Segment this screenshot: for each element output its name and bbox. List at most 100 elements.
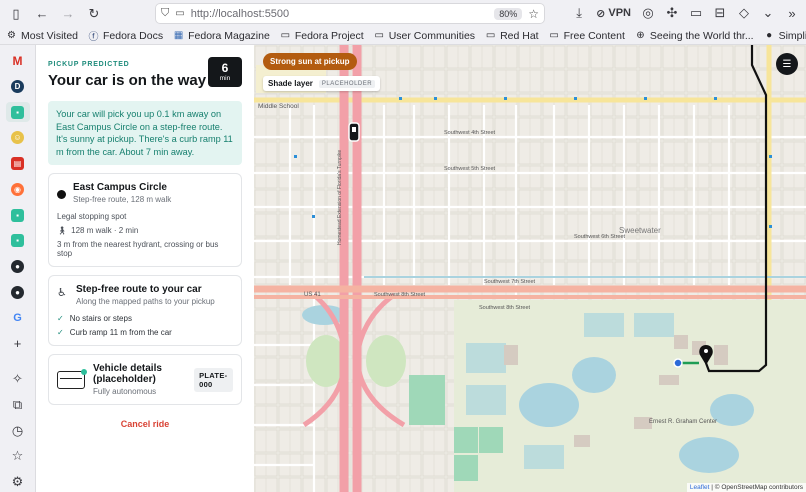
download-icon[interactable]: ⤓ [569, 3, 589, 23]
placeholder-tag: PLACEHOLDER [318, 79, 376, 88]
map-settings-button[interactable]: ☰ [776, 53, 798, 75]
status-eyebrow: PICKUP PREDICTED [48, 61, 130, 68]
label-sw6: Southwest 6th Street [574, 234, 626, 240]
bookmark-label: SimplifyJobs/Summer... [778, 29, 806, 42]
eta-unit: min [219, 74, 231, 82]
leaflet-link[interactable]: Leaflet [690, 484, 710, 491]
globe-icon: ⊕ [636, 30, 645, 41]
sidebar-toggle-icon[interactable]: ▯ [6, 4, 26, 24]
label-sw7: Southwest 7th Street [484, 279, 536, 285]
map-view[interactable]: Middle School US 41 Southwest 8th Street… [254, 45, 806, 492]
bookmarks-star-icon[interactable]: ☆ [6, 446, 30, 466]
github-icon-2[interactable]: ● [6, 282, 30, 302]
bookmark-fedora-project[interactable]: ▭ Fedora Project [280, 30, 364, 42]
bookmark-label: User Communities [388, 29, 476, 42]
hydrant-note: 3 m from the nearest hydrant, crossing o… [57, 240, 219, 258]
sliders-icon: ☰ [782, 58, 792, 70]
extensions-icon[interactable]: ✣ [662, 3, 682, 23]
fedora-icon: ⓕ [88, 32, 99, 43]
extension-sidebar: M D ▪ ☺ ▤ ◉ ▪ ▪ ● ● G + ✧ ⧉ ◷ ☆ ⚙ [0, 45, 36, 492]
eta-badge: 6 min [208, 57, 242, 87]
teal-app-icon-3[interactable]: ▪ [6, 231, 30, 251]
label-turnpike: Homestead Extension of Florida's Turnpik… [337, 150, 343, 245]
forward-icon[interactable]: → [58, 4, 78, 24]
route-card[interactable]: ♿︎ Step-free route to your car Along the… [48, 275, 242, 346]
page-title: Your car is on the way [48, 72, 207, 89]
url-bar[interactable]: ⛉ ▭ http://localhost:5500 80% ☆ [155, 3, 545, 24]
vehicle-card[interactable]: Vehicle details (placeholder) Fully auto… [48, 354, 242, 405]
teal-app-icon[interactable]: ▪ [5, 102, 30, 123]
bookmark-label: Fedora Project [294, 29, 364, 42]
gear-icon: ⚙ [7, 30, 16, 41]
bookmark-label: Free Content [563, 29, 625, 42]
shade-layer-toggle[interactable]: Shade layer PLACEHOLDER [263, 76, 381, 91]
ride-panel: PICKUP PREDICTED Your car is on the way … [36, 45, 254, 492]
pickup-card[interactable]: East Campus Circle Step-free route, 128 … [48, 173, 242, 267]
vpn-button[interactable]: ⊘ VPN [593, 7, 634, 20]
google-icon[interactable]: G [6, 308, 30, 328]
chevron-down-icon[interactable]: ⌄ [758, 3, 778, 23]
folder-icon: ▭ [549, 30, 559, 41]
dashlane-icon[interactable]: D [6, 77, 30, 97]
settings-gear-icon[interactable]: ⚙ [6, 472, 30, 492]
pickup-pin-dot [704, 349, 708, 353]
teal-app-icon-2[interactable]: ▪ [6, 205, 30, 225]
check-icon: ✓ [57, 328, 64, 337]
reload-icon[interactable]: ↻ [84, 4, 104, 24]
synced-tabs-icon[interactable]: ⧉ [6, 395, 30, 415]
add-icon[interactable]: + [6, 334, 30, 354]
screenshot-icon[interactable]: ⊟ [710, 3, 730, 23]
label-sw8: Southwest 8th Street [374, 292, 426, 298]
bookmark-red-hat[interactable]: ▭ Red Hat [485, 30, 539, 42]
browser-right-tools: ⤓ ⊘ VPN ◎ ✣ ▭ ⊟ ◇ ⌄ » [569, 3, 802, 23]
page-icon: ▭ [175, 8, 185, 19]
sun-warning-badge[interactable]: Strong sun at pickup [263, 53, 357, 70]
osm-attribution[interactable]: © OpenStreetMap contributors [715, 484, 803, 491]
user-location-icon [673, 358, 683, 368]
eta-value: 6 [221, 60, 229, 75]
gmail-icon[interactable]: M [6, 51, 30, 71]
bookmark-user-communities[interactable]: ▭ User Communities [374, 30, 475, 42]
plate-badge: PLATE-000 [194, 367, 233, 392]
bookmark-label: Red Hat [500, 29, 539, 42]
ride-header: PICKUP PREDICTED Your car is on the way … [48, 57, 242, 89]
url-text[interactable]: http://localhost:5500 [191, 8, 489, 20]
sparkle-icon[interactable]: ✧ [6, 369, 30, 389]
bookmark-star-icon[interactable]: ☆ [528, 7, 539, 21]
cancel-ride-button[interactable]: Cancel ride [48, 419, 242, 429]
calendar-app-icon[interactable]: ▤ [6, 154, 30, 174]
vehicle-subtitle: Fully autonomous [93, 387, 157, 396]
bookmark-free-content[interactable]: ▭ Free Content [549, 30, 625, 42]
tabs-icon[interactable]: ◇ [734, 3, 754, 23]
walking-icon: 🚶︎ [57, 226, 68, 235]
zoom-badge[interactable]: 80% [494, 7, 523, 20]
bookmark-seeing-the-world[interactable]: ⊕ Seeing the World thr... [635, 30, 753, 42]
map-canvas[interactable]: Middle School US 41 Southwest 8th Street… [254, 45, 806, 492]
bookmark-fedora-docs[interactable]: ⓕ Fedora Docs [88, 29, 164, 44]
pickup-info-box: Your car will pick you up 0.1 km away on… [48, 101, 242, 165]
bookmark-fedora-magazine[interactable]: ▦ Fedora Magazine [173, 30, 270, 42]
bookmark-label: Fedora Docs [103, 29, 164, 42]
check-icon: ✓ [57, 314, 64, 323]
bookmark-most-visited[interactable]: ⚙ Most Visited [6, 30, 78, 42]
route-subtitle: Along the mapped paths to your pickup [76, 297, 215, 306]
firefox-icon[interactable]: ◉ [6, 180, 30, 200]
history-icon[interactable]: ◷ [6, 421, 30, 441]
bookmark-simplifyjobs[interactable]: ● SimplifyJobs/Summer... [764, 30, 806, 42]
smiley-app-icon[interactable]: ☺ [6, 128, 30, 148]
pocket-icon[interactable]: ◎ [638, 3, 658, 23]
back-icon[interactable]: ← [32, 4, 52, 24]
folder-icon: ▭ [374, 30, 384, 41]
github-icon: ● [766, 30, 773, 41]
car-icon [57, 368, 87, 389]
pickup-dot-icon [57, 190, 66, 199]
github-icon[interactable]: ● [6, 257, 30, 277]
fedora-magazine-icon: ▦ [173, 30, 184, 41]
label-sweetwater: Sweetwater [619, 226, 661, 235]
folder-icon: ▭ [485, 30, 496, 41]
stop-type: Legal stopping spot [57, 212, 127, 221]
reader-icon[interactable]: ▭ [686, 3, 706, 23]
bookmark-label: Most Visited [21, 29, 78, 42]
overflow-icon[interactable]: » [782, 3, 802, 23]
check-item: Curb ramp 11 m from the car [69, 328, 172, 337]
